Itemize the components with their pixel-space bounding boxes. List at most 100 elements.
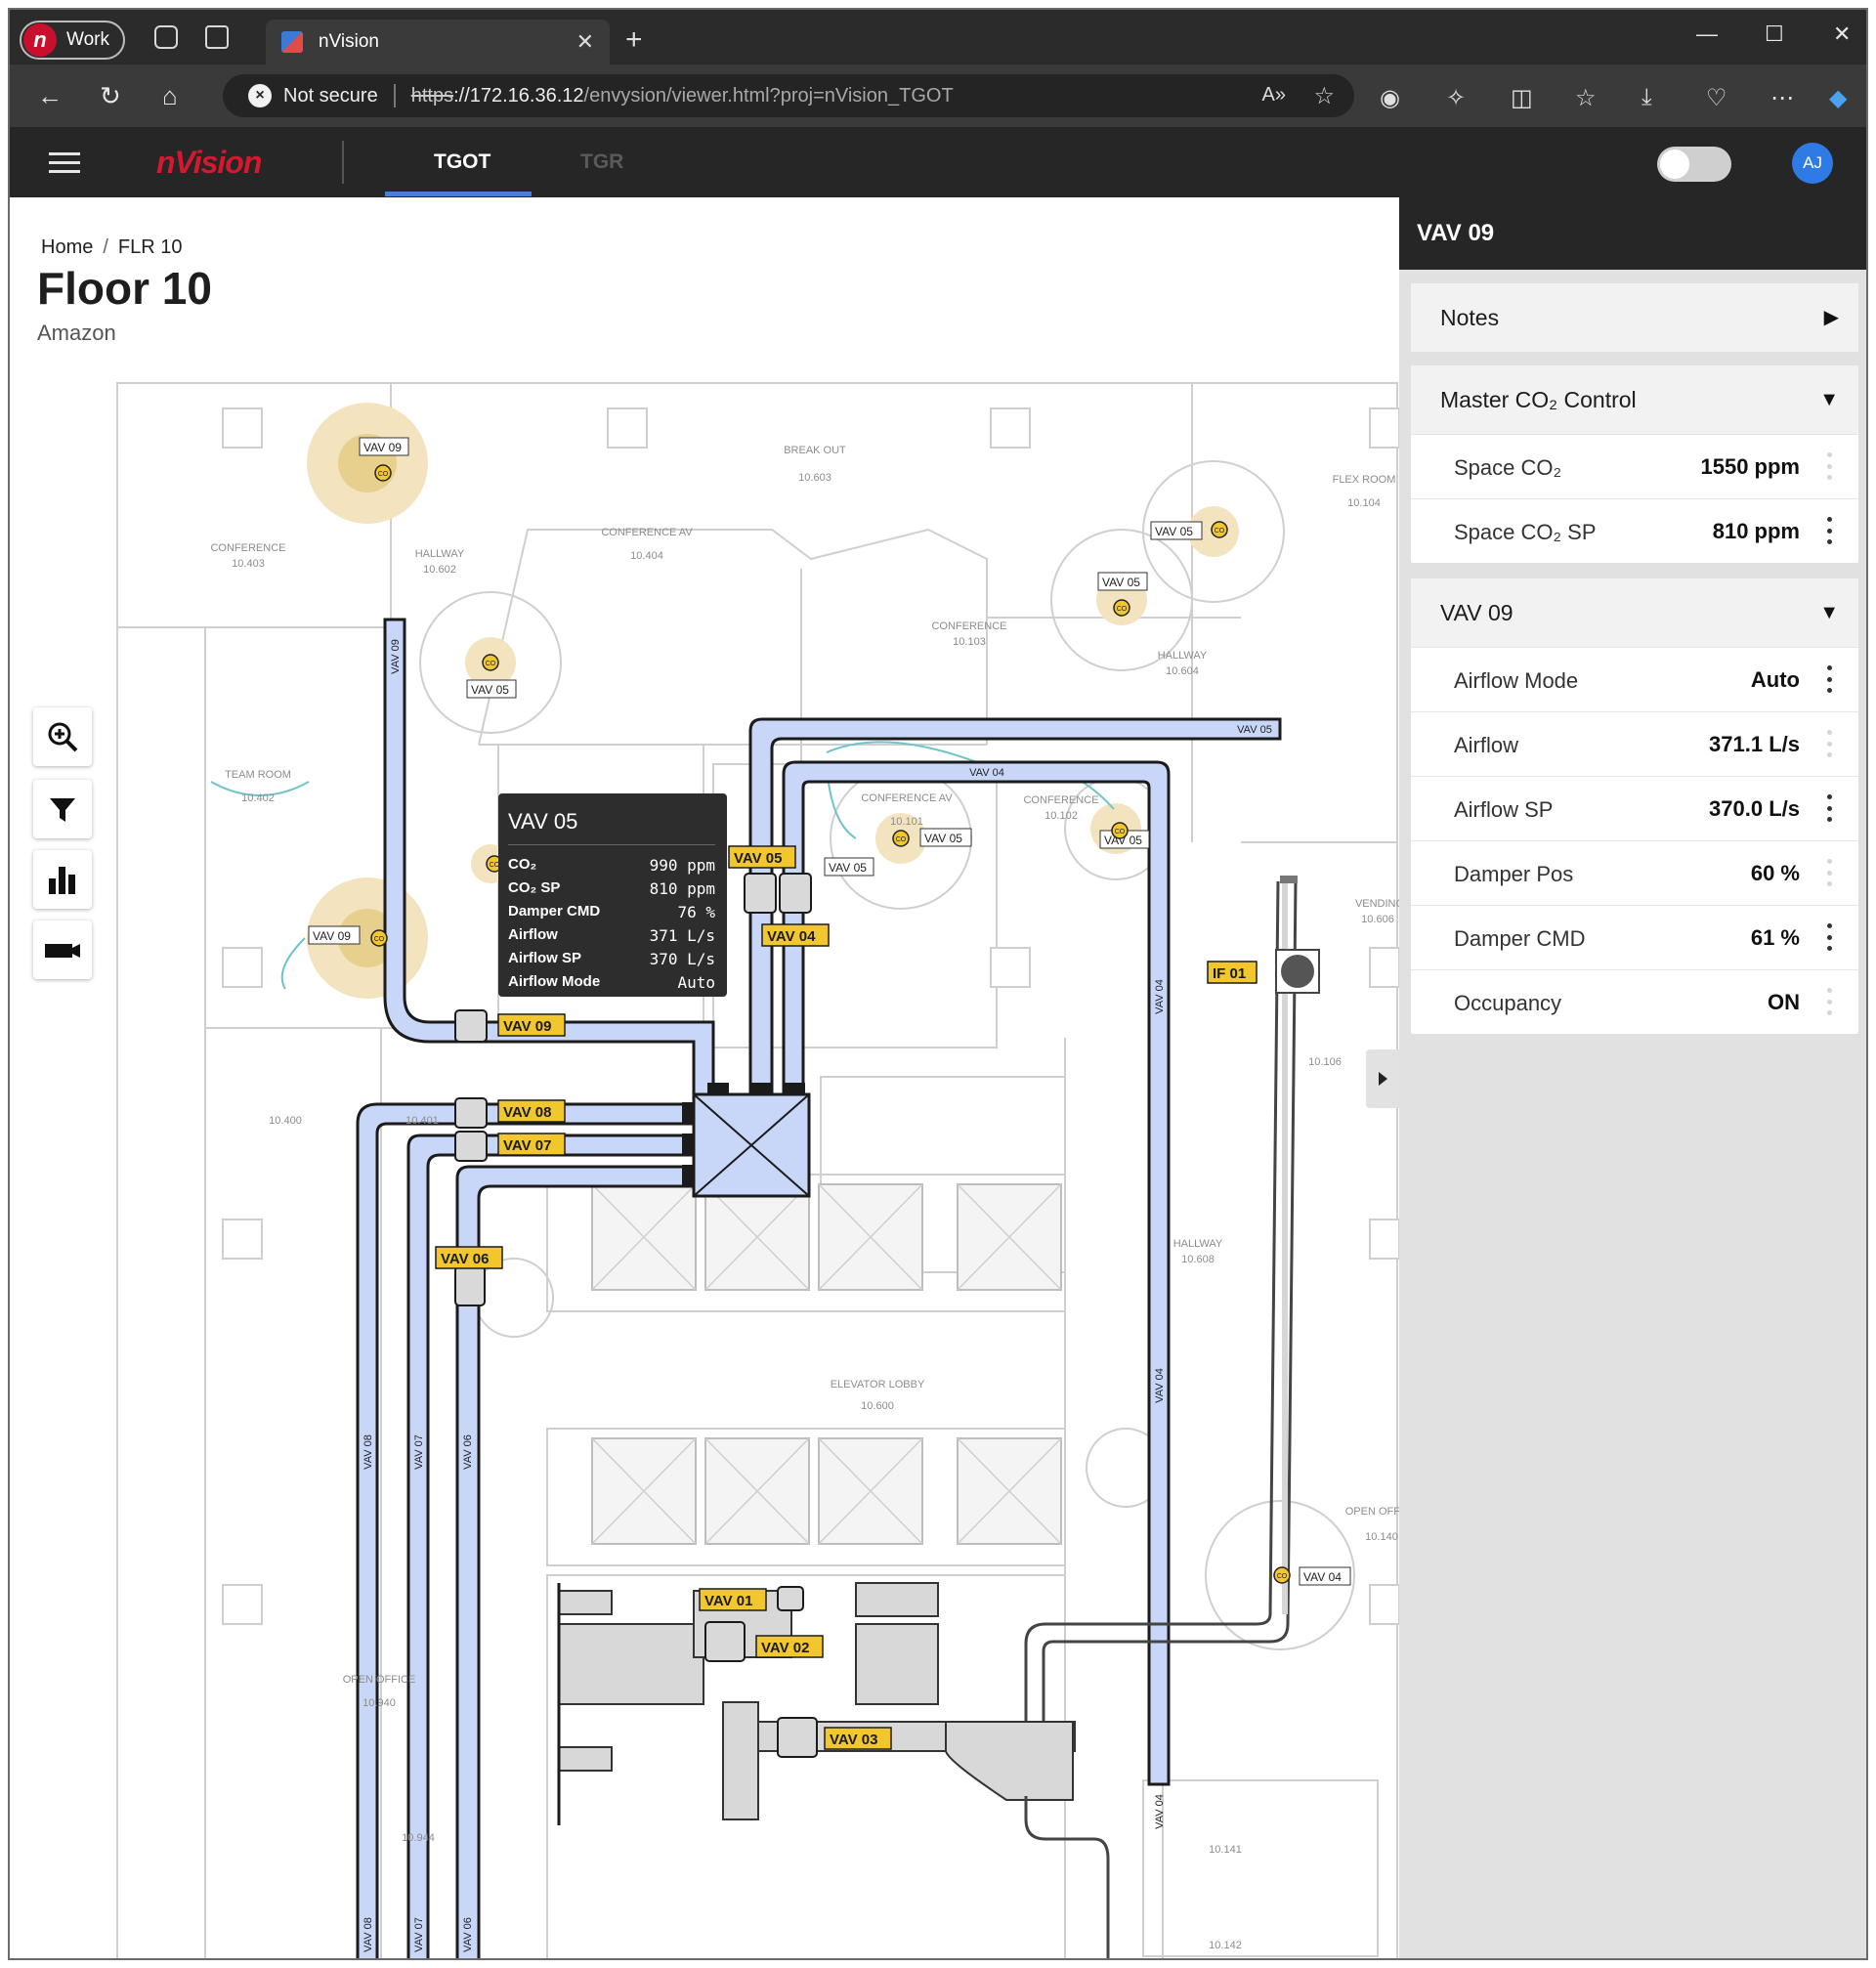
toggle-knob bbox=[1660, 150, 1689, 179]
page-title: Floor 10 bbox=[37, 263, 212, 314]
sensor-tag[interactable]: VAV 05 bbox=[924, 832, 962, 845]
favorites-icon[interactable]: ☆ bbox=[1575, 84, 1597, 112]
vav-tag[interactable]: VAV 08 bbox=[503, 1104, 551, 1121]
room-name: VENDING bbox=[1355, 898, 1399, 910]
vav09-damper-icon[interactable] bbox=[454, 1009, 488, 1043]
extension-icon[interactable]: ◉ bbox=[1380, 84, 1400, 112]
copilot-icon[interactable]: ◆ bbox=[1829, 84, 1847, 112]
sensor-tag[interactable]: VAV 05 bbox=[1155, 525, 1193, 538]
co-sensor-icon[interactable]: CO bbox=[1113, 599, 1130, 617]
room-id: 10.603 bbox=[798, 472, 831, 484]
tab-actions-icon[interactable] bbox=[205, 25, 229, 49]
master-co2-header[interactable]: Master CO₂ Control ▼ bbox=[1411, 365, 1858, 434]
close-window-button[interactable]: ✕ bbox=[1833, 21, 1851, 47]
sensor-tag[interactable]: VAV 09 bbox=[313, 929, 351, 943]
co-sensor-icon[interactable]: CO bbox=[374, 464, 392, 482]
floor-plan[interactable]: CONFERENCE 10.403 HALLWAY 10.602 CONFERE… bbox=[10, 197, 1399, 1960]
co-sensor-icon[interactable]: CO bbox=[892, 830, 910, 847]
co-sensor-icon[interactable]: CO bbox=[1273, 1566, 1291, 1584]
profile-button[interactable]: n Work bbox=[20, 21, 125, 60]
vav03-damper-icon[interactable] bbox=[777, 1717, 818, 1758]
sensor-tag[interactable]: VAV 05 bbox=[829, 861, 867, 875]
vav-tag[interactable]: VAV 05 bbox=[734, 850, 782, 867]
mode-toggle[interactable] bbox=[1657, 147, 1731, 182]
url-field[interactable]: × Not secure https ://172.16.36.12 /envy… bbox=[223, 74, 1354, 117]
tab-close-button[interactable]: ✕ bbox=[576, 29, 594, 55]
vav08-damper-icon[interactable] bbox=[454, 1097, 488, 1129]
sensor-tag[interactable]: VAV 09 bbox=[363, 441, 402, 454]
new-tab-button[interactable]: + bbox=[625, 23, 643, 57]
tab-tgot[interactable]: TGOT bbox=[434, 150, 490, 174]
row-label: Airflow SP bbox=[1454, 797, 1554, 822]
more-options-icon[interactable] bbox=[1827, 859, 1833, 886]
more-options-icon[interactable] bbox=[1827, 517, 1833, 544]
vav-tag[interactable]: VAV 09 bbox=[503, 1018, 551, 1035]
sensor-tag[interactable]: VAV 05 bbox=[1102, 576, 1140, 589]
tab-tgr[interactable]: TGR bbox=[580, 150, 623, 174]
sensor-tag[interactable]: VAV 05 bbox=[471, 683, 509, 697]
more-options-icon[interactable] bbox=[1827, 988, 1833, 1015]
room-name: CONFERENCE bbox=[931, 620, 1006, 632]
home-icon[interactable]: ⌂ bbox=[162, 82, 178, 109]
more-options-icon[interactable]: ⋯ bbox=[1770, 84, 1794, 112]
row-label: Damper CMD bbox=[1454, 926, 1586, 951]
split-screen-icon[interactable]: ◫ bbox=[1511, 84, 1533, 112]
browser-tab-active[interactable]: nVision ✕ bbox=[266, 20, 610, 64]
vav07-damper-icon[interactable] bbox=[454, 1131, 488, 1162]
room-id: 10.104 bbox=[1347, 497, 1381, 509]
breadcrumb-home[interactable]: Home bbox=[41, 236, 93, 258]
chart-button[interactable] bbox=[33, 850, 92, 909]
co-sensor-icon[interactable]: CO bbox=[482, 654, 499, 671]
filter-icon bbox=[50, 798, 75, 822]
zoom-in-button[interactable] bbox=[33, 707, 92, 766]
panel-collapse-button[interactable] bbox=[1366, 1049, 1399, 1108]
vav04-damper-icon[interactable] bbox=[779, 873, 812, 914]
notes-card[interactable]: Notes ▶ bbox=[1411, 283, 1858, 352]
co-sensor-icon[interactable]: CO bbox=[1111, 822, 1129, 839]
minimize-button[interactable]: — bbox=[1696, 21, 1718, 47]
room-name: OPEN OFFICE bbox=[1345, 1506, 1399, 1518]
vav06-damper-icon[interactable] bbox=[454, 1265, 486, 1306]
more-options-icon[interactable] bbox=[1827, 923, 1833, 951]
more-options-icon[interactable] bbox=[1827, 665, 1833, 693]
vav02-damper-icon[interactable] bbox=[704, 1621, 746, 1662]
browser-essentials-icon[interactable]: ♡ bbox=[1706, 84, 1727, 112]
back-icon[interactable]: ← bbox=[37, 82, 63, 109]
vav-tag[interactable]: IF 01 bbox=[1213, 965, 1246, 982]
read-aloud-icon[interactable]: A» bbox=[1262, 84, 1286, 107]
downloads-icon[interactable]: ⤓ bbox=[1642, 84, 1652, 111]
vav-tag[interactable]: VAV 06 bbox=[441, 1251, 489, 1267]
filter-button[interactable] bbox=[33, 780, 92, 838]
vav-header[interactable]: VAV 09 ▼ bbox=[1411, 578, 1858, 647]
vav05-damper-icon[interactable] bbox=[744, 873, 777, 914]
vav01-damper-icon[interactable] bbox=[777, 1586, 804, 1611]
vav-tag[interactable]: VAV 02 bbox=[761, 1640, 809, 1656]
refresh-icon[interactable]: ↻ bbox=[100, 82, 121, 109]
extensions-puzzle-icon[interactable]: ✧ bbox=[1446, 84, 1466, 112]
vav-tag[interactable]: VAV 04 bbox=[767, 928, 816, 945]
notes-header[interactable]: Notes ▶ bbox=[1411, 283, 1858, 352]
co-sensor-icon[interactable]: CO bbox=[370, 929, 388, 947]
more-options-icon[interactable] bbox=[1827, 794, 1833, 822]
vav-tag[interactable]: VAV 07 bbox=[503, 1137, 551, 1154]
vav-tag[interactable]: VAV 01 bbox=[704, 1593, 752, 1609]
menu-icon[interactable] bbox=[49, 152, 80, 174]
more-options-icon[interactable] bbox=[1827, 452, 1833, 480]
maximize-button[interactable]: ☐ bbox=[1765, 21, 1784, 47]
avatar[interactable]: AJ bbox=[1792, 143, 1833, 184]
camera-button[interactable] bbox=[33, 920, 92, 979]
more-options-icon[interactable] bbox=[1827, 730, 1833, 757]
duct-label: VAV 06 bbox=[462, 1917, 474, 1952]
favorite-star-icon[interactable]: ☆ bbox=[1313, 82, 1335, 110]
vav-tag[interactable]: VAV 03 bbox=[830, 1732, 877, 1748]
security-label[interactable]: Not secure bbox=[283, 85, 378, 107]
room-id: 10.404 bbox=[630, 550, 663, 562]
co-sensor-icon[interactable]: CO bbox=[1211, 521, 1228, 538]
duct-label: VAV 06 bbox=[462, 1434, 474, 1470]
tooltip-row: Airflow SP 370 L/s bbox=[508, 950, 715, 968]
caret-down-icon: ▼ bbox=[1819, 602, 1839, 623]
workspaces-icon[interactable] bbox=[154, 25, 178, 49]
url-scheme: https bbox=[410, 84, 454, 107]
sensor-tag[interactable]: VAV 04 bbox=[1303, 1570, 1342, 1584]
room-name: FLEX ROOM bbox=[1333, 474, 1396, 486]
